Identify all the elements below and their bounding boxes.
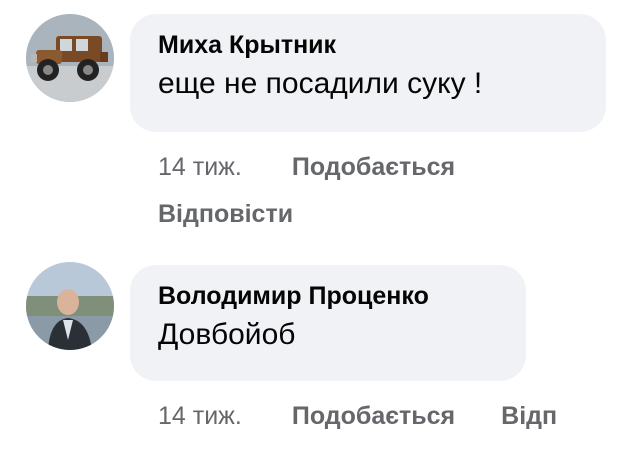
like-button[interactable]: Подобається bbox=[292, 401, 455, 431]
person-photo-icon bbox=[26, 262, 114, 350]
comment-bubble: Володимир Проценко Довбойоб bbox=[130, 265, 526, 381]
comment-text: Довбойоб bbox=[158, 318, 296, 351]
comment-time[interactable]: 14 тиж. bbox=[158, 401, 242, 431]
comment-actions: 14 тиж. Подобається Відп bbox=[158, 401, 557, 431]
reply-button[interactable]: Відп bbox=[501, 401, 557, 431]
avatar[interactable] bbox=[26, 262, 114, 350]
comment: Володимир Проценко Довбойоб 14 тиж. Подоб… bbox=[0, 0, 640, 457]
comment-author[interactable]: Володимир Проценко bbox=[158, 281, 498, 311]
